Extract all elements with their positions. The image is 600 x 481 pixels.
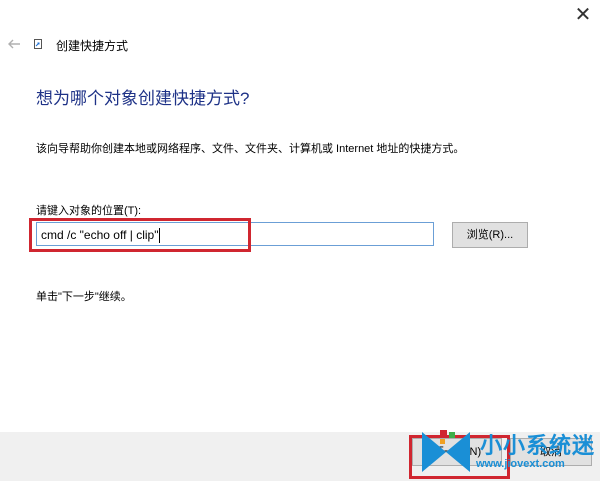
window-title: 创建快捷方式 [56,39,129,53]
page-heading: 想为哪个对象创建快捷方式? [36,89,250,108]
location-label: 请键入对象的位置(T): [36,205,142,217]
shortcut-icon [34,39,42,49]
location-input[interactable]: cmd /c "echo off | clip" [36,222,434,246]
close-icon: ✕ [574,4,592,26]
close-button[interactable]: ✕ [566,0,600,30]
back-arrow-icon[interactable] [6,36,22,52]
wizard-description: 该向导帮助你创建本地或网络程序、文件、文件夹、计算机或 Internet 地址的… [36,143,465,155]
location-value: cmd /c "echo off | clip" [41,228,159,242]
cancel-button[interactable]: 取消 [510,438,592,466]
next-button[interactable]: 下一步(N) [412,438,502,466]
wizard-header: 创建快捷方式 [0,30,600,60]
text-caret [159,228,161,244]
continue-hint: 单击"下一步"继续。 [36,291,132,303]
browse-button[interactable]: 浏览(R)... [452,222,528,248]
